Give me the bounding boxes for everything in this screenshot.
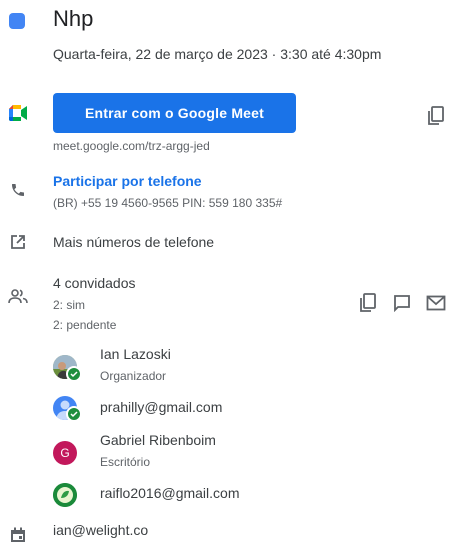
accepted-check-icon (66, 366, 82, 382)
phone-details: (BR) +55 19 4560-9565 PIN: 559 180 335# (53, 196, 283, 210)
guest-name[interactable]: Ian Lazoski (100, 346, 171, 362)
guest-name[interactable]: prahilly@gmail.com (100, 399, 222, 415)
avatar-initial: G (60, 446, 70, 460)
guests-yes-count: 2: sim (53, 298, 86, 312)
event-title: Nhp (53, 6, 94, 31)
join-by-phone-link[interactable]: Participar por telefone (53, 173, 202, 189)
guest-name[interactable]: Gabriel Ribenboim (100, 432, 216, 448)
avatar (53, 483, 77, 507)
calendar-icon (8, 525, 28, 545)
accepted-check-icon (66, 406, 82, 422)
google-meet-icon (8, 103, 28, 123)
guest-role: Organizador (100, 369, 167, 383)
join-google-meet-button[interactable]: Entrar com o Google Meet (53, 93, 296, 133)
calendar-owner: ian@welight.co (53, 522, 149, 538)
guests-count: 4 convidados (53, 275, 136, 291)
copy-meet-link-icon[interactable] (424, 104, 448, 128)
more-phone-numbers-link[interactable]: Mais números de telefone (53, 234, 214, 250)
guests-pending-count: 2: pendente (53, 318, 117, 332)
event-date-time: Quarta-feira, 22 de março de 2023 · 3:30… (53, 46, 382, 62)
email-guests-icon[interactable] (424, 291, 448, 315)
phone-icon (8, 180, 28, 200)
meet-link[interactable]: meet.google.com/trz-argg-jed (53, 139, 210, 153)
event-color-swatch (9, 13, 25, 29)
avatar: G (53, 441, 77, 465)
copy-guest-emails-icon[interactable] (356, 291, 380, 315)
chat-icon[interactable] (390, 291, 414, 315)
guest-role: Escritório (100, 455, 151, 469)
guests-icon (8, 286, 28, 306)
open-in-new-icon (8, 232, 28, 252)
guest-name[interactable]: raiflo2016@gmail.com (100, 485, 240, 501)
